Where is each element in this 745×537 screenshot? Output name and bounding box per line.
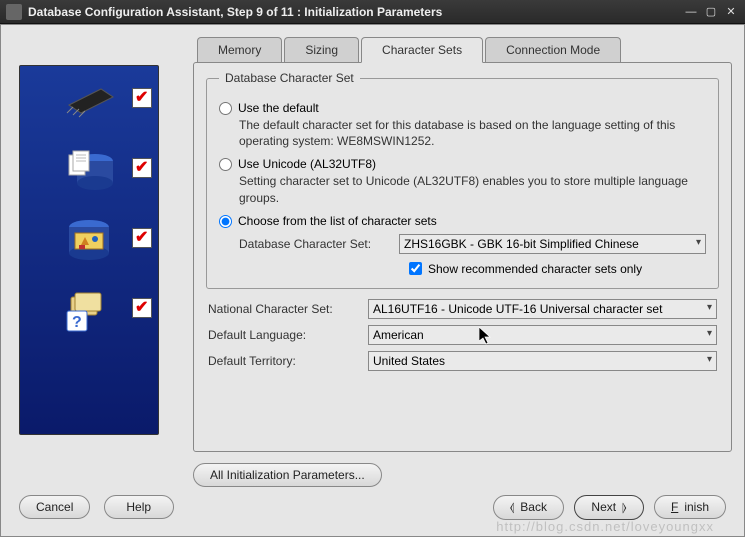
default-language-row: Default Language: American (208, 325, 717, 345)
content-area: ? Memory Sizing Character Sets Connectio… (0, 24, 745, 537)
default-territory-label: Default Territory: (208, 354, 368, 368)
radio-use-default-label[interactable]: Use the default (238, 101, 319, 115)
tab-character-sets[interactable]: Character Sets (361, 37, 483, 63)
radio-use-default[interactable] (219, 102, 232, 115)
next-label: Next (591, 500, 616, 514)
recommended-label[interactable]: Show recommended character sets only (428, 262, 642, 276)
tab-label: Sizing (305, 43, 338, 57)
svg-text:?: ? (72, 314, 82, 331)
radio-choose-list-label[interactable]: Choose from the list of character sets (238, 214, 437, 228)
app-icon (6, 4, 22, 20)
radio-use-default-row: Use the default (219, 101, 706, 115)
default-territory-value: United States (373, 354, 712, 368)
radio-use-default-desc: The default character set for this datab… (239, 117, 706, 149)
titlebar: Database Configuration Assistant, Step 9… (0, 0, 745, 24)
all-init-params-label: All Initialization Parameters... (210, 468, 365, 482)
finish-underline: F (671, 500, 678, 514)
default-language-combo[interactable]: American (368, 325, 717, 345)
database-shapes-icon (59, 217, 119, 265)
wizard-sidebar: ? (19, 65, 159, 435)
bottom-bar: Cancel Help ⦉ Back Next ⦊ Finish (1, 492, 744, 522)
next-arrow-icon: ⦊ (622, 500, 626, 515)
db-charset-value: ZHS16GBK - GBK 16-bit Simplified Chinese (404, 237, 701, 251)
radio-unicode-row: Use Unicode (AL32UTF8) (219, 157, 706, 171)
sidebar-step-4: ? (20, 276, 158, 346)
db-charset-row: Database Character Set: ZHS16GBK - GBK 1… (239, 234, 706, 254)
bottom-left-group: Cancel Help (19, 495, 184, 519)
lower-form: National Character Set: AL16UTF16 - Unic… (206, 299, 719, 371)
window-title: Database Configuration Assistant, Step 9… (28, 5, 679, 19)
tab-memory[interactable]: Memory (197, 37, 282, 62)
db-charset-label: Database Character Set: (239, 237, 399, 251)
close-button[interactable]: ✕ (723, 4, 739, 20)
finish-rest: inish (684, 500, 709, 514)
maximize-button[interactable]: ▢ (703, 4, 719, 20)
sidebar-step-1 (20, 66, 158, 136)
help-button[interactable]: Help (104, 495, 174, 519)
chip-icon (59, 77, 119, 125)
national-charset-label: National Character Set: (208, 302, 368, 316)
tab-label: Memory (218, 43, 261, 57)
radio-unicode-desc: Setting character set to Unicode (AL32UT… (239, 173, 706, 205)
back-arrow-icon: ⦉ (510, 500, 514, 515)
default-territory-row: Default Territory: United States (208, 351, 717, 371)
db-charset-combo[interactable]: ZHS16GBK - GBK 16-bit Simplified Chinese (399, 234, 706, 254)
radio-unicode[interactable] (219, 158, 232, 171)
recommended-checkbox[interactable] (409, 262, 422, 275)
main-panel: Memory Sizing Character Sets Connection … (193, 37, 732, 455)
db-charset-group: Database Character Set Use the default T… (206, 71, 719, 289)
national-charset-row: National Character Set: AL16UTF16 - Unic… (208, 299, 717, 319)
all-init-params-button[interactable]: All Initialization Parameters... (193, 463, 382, 487)
tab-connection-mode[interactable]: Connection Mode (485, 37, 621, 62)
radio-choose-list-row: Choose from the list of character sets (219, 214, 706, 228)
character-sets-panel: Database Character Set Use the default T… (193, 62, 732, 452)
tab-label: Connection Mode (506, 43, 600, 57)
folders-help-icon: ? (59, 287, 119, 335)
check-icon (132, 158, 152, 178)
default-language-value: American (373, 328, 712, 342)
radio-choose-list[interactable] (219, 215, 232, 228)
help-label: Help (126, 500, 151, 514)
sidebar-step-2 (20, 136, 158, 206)
recommended-row: Show recommended character sets only (409, 262, 706, 276)
sidebar-step-3 (20, 206, 158, 276)
cancel-button[interactable]: Cancel (19, 495, 90, 519)
all-params-wrap: All Initialization Parameters... (193, 461, 382, 487)
cancel-label: Cancel (36, 500, 73, 514)
back-button[interactable]: ⦉ Back (493, 495, 564, 520)
group-legend: Database Character Set (219, 71, 360, 85)
finish-button[interactable]: Finish (654, 495, 726, 519)
tab-sizing[interactable]: Sizing (284, 37, 359, 62)
database-files-icon (59, 147, 119, 195)
check-icon (132, 88, 152, 108)
minimize-button[interactable]: — (683, 4, 699, 20)
national-charset-combo[interactable]: AL16UTF16 - Unicode UTF-16 Universal cha… (368, 299, 717, 319)
default-territory-combo[interactable]: United States (368, 351, 717, 371)
radio-unicode-label[interactable]: Use Unicode (AL32UTF8) (238, 157, 376, 171)
tab-label: Character Sets (382, 43, 462, 57)
default-language-label: Default Language: (208, 328, 368, 342)
back-label: Back (520, 500, 547, 514)
tab-bar: Memory Sizing Character Sets Connection … (197, 37, 732, 62)
check-icon (132, 228, 152, 248)
next-button[interactable]: Next ⦊ (574, 495, 644, 520)
national-charset-value: AL16UTF16 - Unicode UTF-16 Universal cha… (373, 302, 712, 316)
check-icon (132, 298, 152, 318)
